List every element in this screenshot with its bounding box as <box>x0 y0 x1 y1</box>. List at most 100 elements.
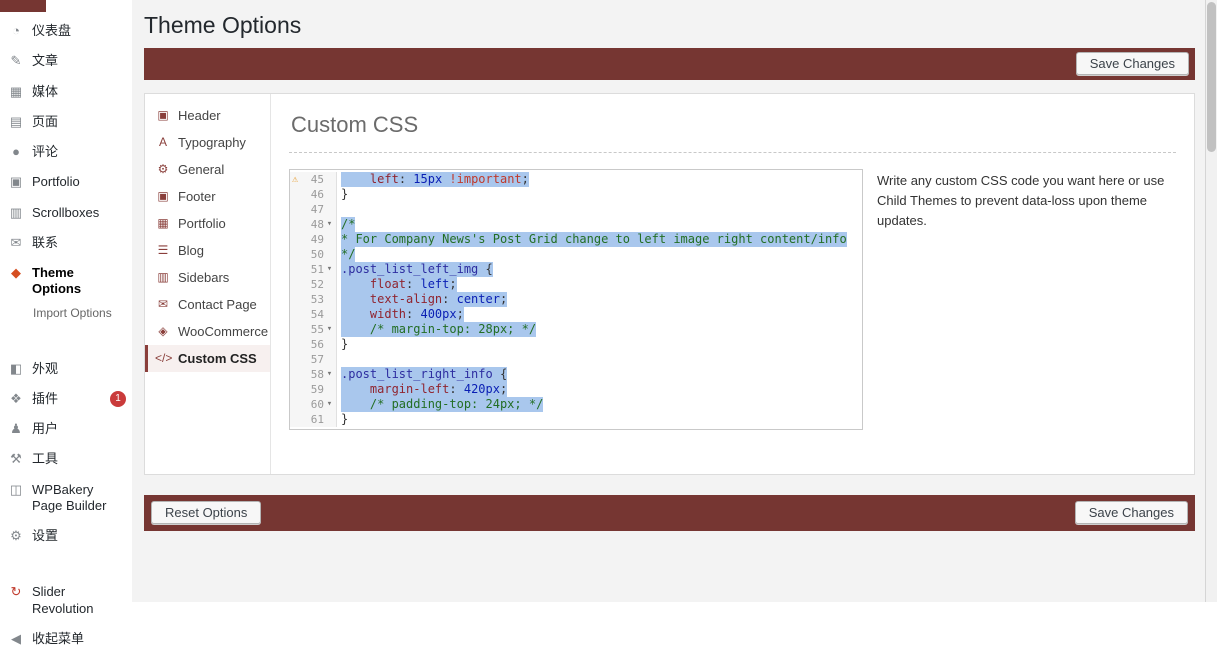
editor-line[interactable]: 46} <box>290 186 862 202</box>
bottom-action-bar: Reset Options Save Changes <box>144 494 1195 531</box>
sidebar-item-collapse-menu[interactable]: ◀ 收起菜单 <box>0 624 132 654</box>
editor-line[interactable]: 54 width: 400px; <box>290 306 862 322</box>
sidebar-item-wpbakery[interactable]: ◫ WPBakery Page Builder <box>0 475 132 522</box>
editor-line[interactable]: 57 <box>290 351 862 367</box>
subnav-item-label: Header <box>178 107 221 123</box>
code-line-content: margin-left: 420px; <box>337 381 862 397</box>
fold-arrow-icon[interactable]: ▾ <box>324 397 335 412</box>
line-number: 46 <box>310 187 324 201</box>
sidebar-item-tools[interactable]: ⚒ 工具 <box>0 444 132 474</box>
sidebar-item-theme-options[interactable]: ◆ Theme Options <box>0 258 132 305</box>
code-line-content: /* <box>341 216 356 232</box>
editor-line[interactable]: 56} <box>290 336 862 352</box>
appearance-icon: ◧ <box>9 360 23 376</box>
editor-gutter-cell: 46 <box>290 186 337 202</box>
css-code-editor[interactable]: ⚠ 45 left: 15px !important; 46} 47 48 ▾/* 49 * … <box>289 168 863 430</box>
save-changes-button-bottom[interactable]: Save Changes <box>1074 501 1188 525</box>
line-number: 59 <box>310 382 324 396</box>
section-title: Custom CSS <box>291 111 419 137</box>
save-changes-button-top[interactable]: Save Changes <box>1075 52 1189 76</box>
editor-gutter-cell: 47 <box>290 201 337 217</box>
briefcase-icon: ▦ <box>157 216 169 231</box>
sidebar-item-appearance[interactable]: ◧ 外观 <box>0 354 132 384</box>
slider-revolution-icon: ↻ <box>10 584 22 600</box>
fold-arrow-icon[interactable]: ▾ <box>324 217 335 232</box>
code-line-content: float: left; <box>337 276 862 292</box>
code-line-content: left: 15px !important; <box>337 171 862 187</box>
subnav-item-blog[interactable]: ☰ Blog <box>145 237 270 264</box>
monitor-icon: ▣ <box>157 108 169 123</box>
sidebar-item-label: Theme Options <box>32 265 82 297</box>
sidebar-item-label: 页面 <box>32 113 59 129</box>
subnav-item-label: General <box>178 161 225 177</box>
editor-line[interactable]: 48 ▾ /* <box>290 216 862 232</box>
scrollbar-thumb[interactable] <box>1207 2 1216 152</box>
subnav-item-footer[interactable]: ▣ Footer <box>145 183 270 210</box>
divider <box>289 151 1176 153</box>
subnav-item-woocommerce[interactable]: ◈ WooCommerce <box>145 318 270 345</box>
line-number: 60 <box>310 397 324 411</box>
editor-line[interactable]: 61} <box>290 411 862 427</box>
sidebar-item-label: 外观 <box>32 360 59 376</box>
subnav-item-contact-page[interactable]: ✉ Contact Page <box>145 291 270 318</box>
subnav-item-label: Footer <box>178 188 216 204</box>
line-number: 49 <box>310 232 324 246</box>
subnav-item-portfolio[interactable]: ▦ Portfolio <box>145 210 270 237</box>
sidebar-item-import-options[interactable]: Import Options <box>0 305 132 328</box>
subnav-item-general[interactable]: ⚙ General <box>145 156 270 183</box>
editor-gutter-cell: 58 ▾ <box>290 366 337 382</box>
editor-line[interactable]: 52 float: left; <box>290 276 862 292</box>
line-number: 53 <box>310 292 324 306</box>
sidebar-item-settings[interactable]: ⚙ 设置 <box>0 521 132 551</box>
sidebar-item-scrollboxes[interactable]: ▥ Scrollboxes <box>0 198 132 228</box>
sidebar-item-comments[interactable]: ● 评论 <box>0 137 132 167</box>
sidebar-item-pages[interactable]: ▤ 页面 <box>0 107 132 137</box>
editor-line[interactable]: 51 ▾ .post_list_left_img { <box>290 261 862 277</box>
subnav-item-header[interactable]: ▣ Header <box>145 102 270 129</box>
sidebar-item-label: 媒体 <box>32 83 59 99</box>
fold-arrow-icon[interactable]: ▾ <box>324 367 335 382</box>
editor-hint-text: Write any custom CSS code you want here … <box>877 172 1165 228</box>
sidebar-item-label: 设置 <box>32 528 59 543</box>
editor-line[interactable]: 55 ▾ /* margin-top: 28px; */ <box>290 321 862 337</box>
page-scrollbar[interactable] <box>1205 0 1217 602</box>
sidebar-item-users[interactable]: ♟ 用户 <box>0 414 132 444</box>
editor-line[interactable]: 53 text-align: center; <box>290 291 862 307</box>
sidebar-item-label: WPBakery Page Builder <box>32 481 107 513</box>
sidebar-item-label: 收起菜单 <box>32 630 85 646</box>
subnav-item-custom-css[interactable]: </> Custom CSS <box>145 344 270 372</box>
sidebar-item-media[interactable]: ▦ 媒体 <box>0 77 132 107</box>
sidebar-item-posts[interactable]: ✎ 文章 <box>0 46 132 76</box>
editor-line[interactable]: ⚠ 45 left: 15px !important; <box>290 171 862 187</box>
editor-line[interactable]: 49 * For Company News's Post Grid change … <box>290 231 862 247</box>
sidebar-item-label: 用户 <box>32 421 59 436</box>
gear-icon: ⚙ <box>157 162 169 177</box>
portfolio-icon: ▣ <box>9 174 23 190</box>
sidebar-item-portfolio[interactable]: ▣ Portfolio <box>0 167 132 197</box>
code-line-content: */ <box>341 246 356 262</box>
editor-line[interactable]: 60 ▾ /* padding-top: 24px; */ <box>290 396 862 412</box>
code-line-content: /* margin-top: 28px; */ <box>337 321 862 337</box>
monitor-icon: ▣ <box>157 189 169 204</box>
fold-arrow-icon[interactable]: ▾ <box>324 322 335 337</box>
editor-gutter-cell: 61 <box>290 411 337 427</box>
subnav-item-typography[interactable]: A Typography <box>145 129 270 156</box>
editor-line[interactable]: 50 */ <box>290 246 862 262</box>
fold-arrow-icon[interactable]: ▾ <box>324 262 335 277</box>
editor-gutter-cell: ⚠ 45 <box>290 171 337 187</box>
sidebar-item-plugins[interactable]: ❖ 插件 1 <box>0 384 132 414</box>
media-icon: ▦ <box>9 83 23 99</box>
sidebar-item-contact[interactable]: ✉ 联系 <box>0 228 132 258</box>
line-number: 48 <box>310 217 324 231</box>
editor-gutter-cell: 55 ▾ <box>290 321 337 337</box>
editor-line[interactable]: 58 ▾ .post_list_right_info { <box>290 366 862 382</box>
line-number: 54 <box>310 307 324 321</box>
editor-gutter-cell: 59 <box>290 381 337 397</box>
editor-line[interactable]: 59 margin-left: 420px; <box>290 381 862 397</box>
sidebar-item-dashboard[interactable]: ◔ 仪表盘 <box>0 16 132 46</box>
reset-options-button[interactable]: Reset Options <box>151 501 262 525</box>
sidebar-item-slider-revolution[interactable]: ↻ Slider Revolution <box>0 577 132 624</box>
editor-line[interactable]: 47 <box>290 201 862 217</box>
sidebar-item-label: 评论 <box>32 144 59 159</box>
subnav-item-sidebars[interactable]: ▥ Sidebars <box>145 264 270 291</box>
